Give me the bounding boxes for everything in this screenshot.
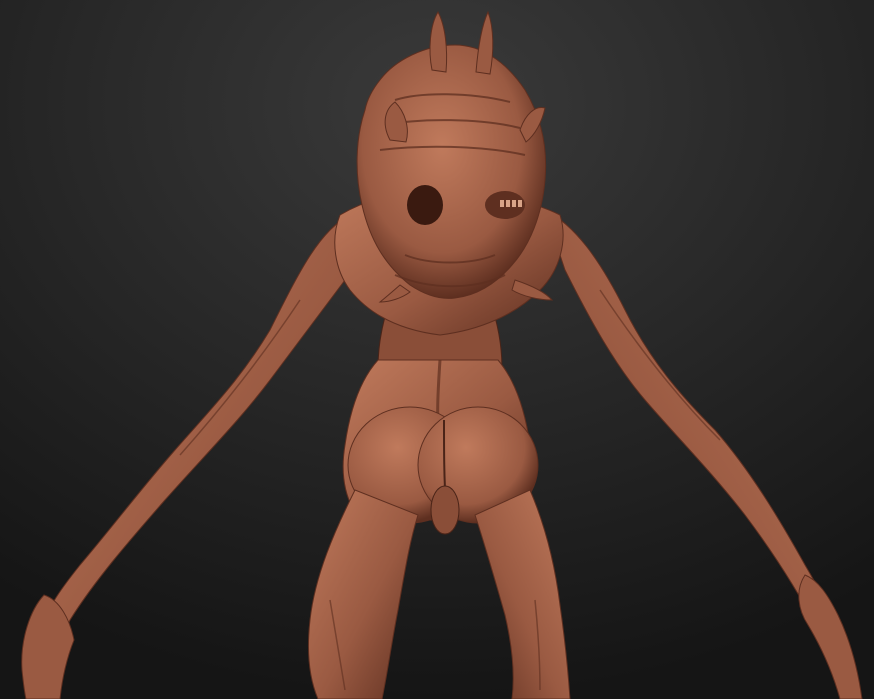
pendant-form — [430, 485, 460, 535]
sculpt-canvas — [0, 0, 874, 699]
left-socket — [407, 185, 443, 225]
render-viewport[interactable] — [0, 0, 874, 699]
